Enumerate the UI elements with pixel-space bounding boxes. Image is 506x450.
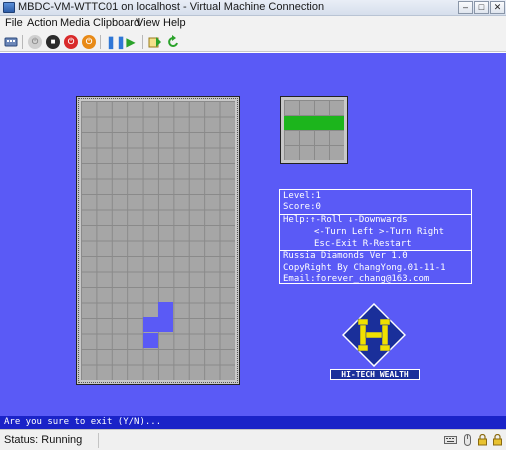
title-bar[interactable]: MBDC-VM-WTTC01 on localhost - Virtual Ma… xyxy=(0,0,506,16)
minimize-button[interactable]: – xyxy=(458,1,473,14)
score-text: Score:0 xyxy=(283,202,321,212)
mouse-icon xyxy=(461,434,474,446)
piece-block xyxy=(158,302,173,317)
toolbar: ⏻ ■ ⏻ ⏻ ❚❚ ▶ xyxy=(0,32,506,52)
ctrl-alt-del-icon[interactable] xyxy=(4,35,18,49)
level-text: Level:1 xyxy=(283,191,321,201)
about-line-3: Email:forever_chang@163.com xyxy=(283,274,430,284)
keyboard-icon xyxy=(444,434,457,446)
menu-file[interactable]: File xyxy=(5,17,23,29)
vm-display[interactable]: Level:1 Score:0 Help:↑-Roll ↓-Downwards … xyxy=(0,53,506,429)
menu-bar: File Action Media Clipboard View Help xyxy=(0,16,506,32)
help-line-2: <-Turn Left >-Turn Right xyxy=(314,227,445,237)
status-separator xyxy=(98,433,99,448)
revert-icon[interactable] xyxy=(166,35,180,49)
piece-block xyxy=(143,317,158,332)
next-piece-preview xyxy=(280,96,348,164)
game-board-frame xyxy=(76,96,240,385)
close-button[interactable]: ✕ xyxy=(490,1,505,14)
piece-block xyxy=(158,317,173,332)
lock-icon xyxy=(491,433,504,446)
piece-block xyxy=(143,333,158,348)
menu-action[interactable]: Action xyxy=(27,17,58,29)
vm-connection-icon xyxy=(3,2,15,13)
pause-icon[interactable]: ❚❚ xyxy=(106,35,126,49)
lock-icon xyxy=(476,433,489,446)
menu-view[interactable]: View xyxy=(136,17,160,29)
preview-grid xyxy=(284,100,344,160)
maximize-button[interactable]: □ xyxy=(474,1,489,14)
hi-tech-logo xyxy=(341,302,407,368)
logo-caption: HI-TECH WEALTH xyxy=(330,369,420,380)
window-title: MBDC-VM-WTTC01 on localhost - Virtual Ma… xyxy=(18,1,325,13)
snapshot-icon[interactable] xyxy=(148,35,162,49)
about-line-1: Russia Diamonds Ver 1.0 xyxy=(283,251,408,261)
status-bar: Status: Running xyxy=(0,429,506,450)
menu-media[interactable]: Media xyxy=(60,17,90,29)
toolbar-separator xyxy=(142,35,143,49)
help-line-1: Help:↑-Roll ↓-Downwards xyxy=(283,215,408,225)
save-icon[interactable]: ⏻ xyxy=(82,35,96,49)
start-icon[interactable]: ⏻ xyxy=(28,35,42,49)
help-line-3: Esc-Exit R-Restart xyxy=(314,239,412,249)
next-piece xyxy=(284,116,344,130)
console-prompt: Are you sure to exit (Y/N)... xyxy=(0,416,506,429)
turn-off-icon[interactable]: ■ xyxy=(46,35,60,49)
shut-down-icon[interactable]: ⏻ xyxy=(64,35,78,49)
menu-help[interactable]: Help xyxy=(163,17,186,29)
menu-clipboard[interactable]: Clipboard xyxy=(93,17,140,29)
reset-icon[interactable]: ▶ xyxy=(124,35,138,49)
toolbar-separator xyxy=(100,35,101,49)
status-text: Status: Running xyxy=(4,434,83,446)
toolbar-separator xyxy=(22,35,23,49)
info-panel: Level:1 Score:0 Help:↑-Roll ↓-Downwards … xyxy=(279,189,472,284)
game-board xyxy=(81,101,235,380)
about-line-2: CopyRight By ChangYong.01-11-1 xyxy=(283,263,446,273)
